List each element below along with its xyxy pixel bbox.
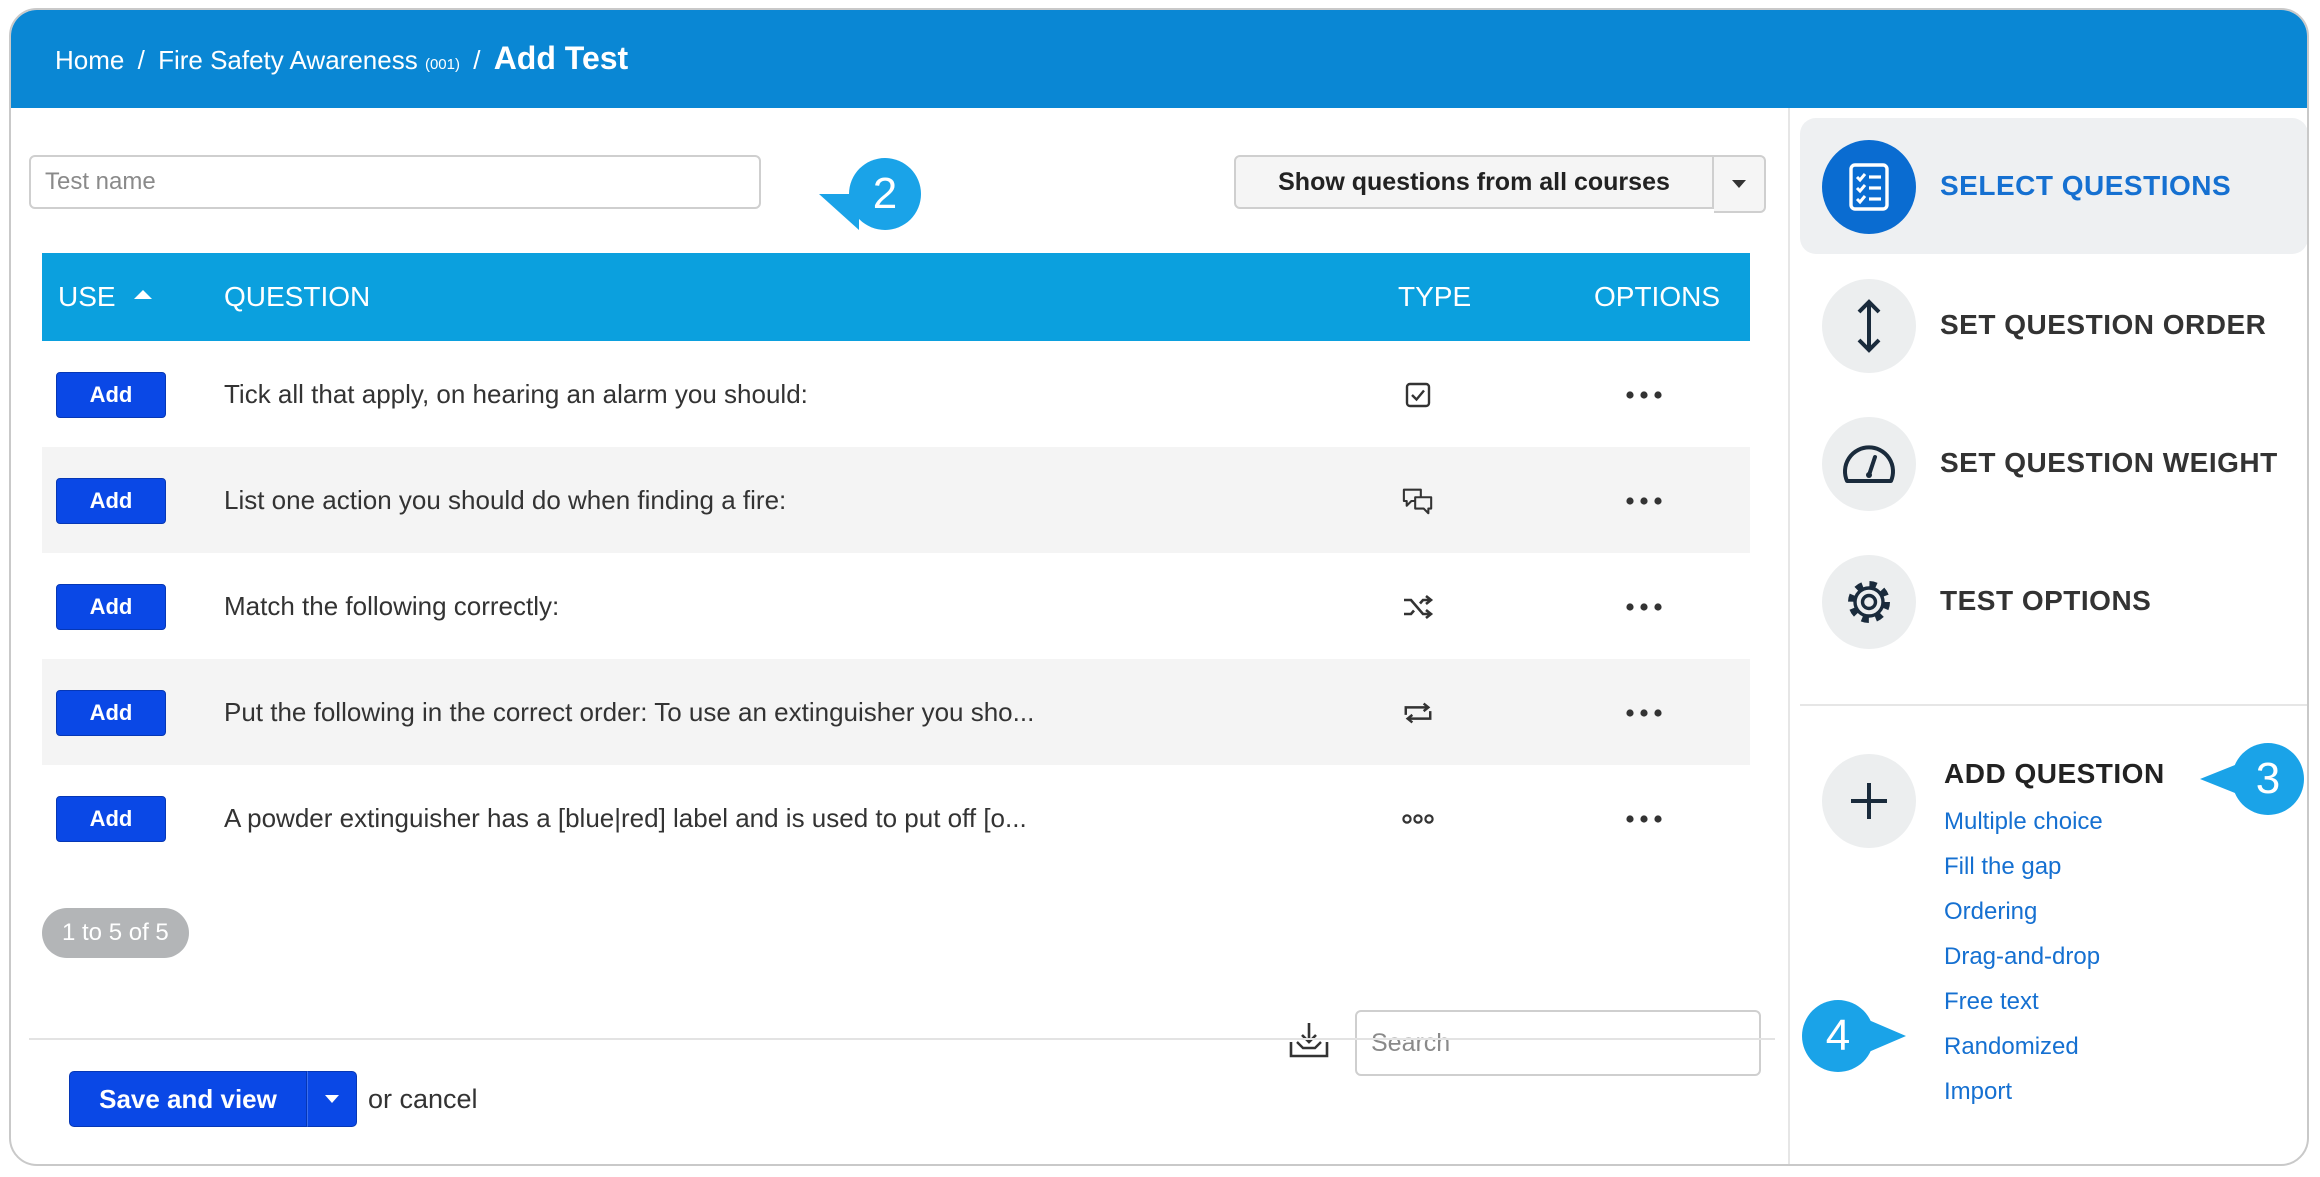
add-import-link[interactable]: Import (1944, 1078, 2012, 1106)
add-fill-the-gap-link[interactable]: Fill the gap (1944, 853, 2061, 881)
repeat-icon (1402, 697, 1434, 729)
table-row: Add Match the following correctly: (42, 553, 1750, 659)
footer-divider (29, 1038, 1775, 1040)
callout-number: 3 (2255, 754, 2281, 803)
questions-table: USE QUESTION TYPE OPTIONS Add Tick all t… (42, 253, 1750, 871)
pagination-status: 1 to 5 of 5 (42, 908, 189, 958)
table-row: Add Tick all that apply, on hearing an a… (42, 341, 1750, 447)
checkbox-icon (1402, 379, 1434, 411)
more-icon[interactable] (1616, 803, 1672, 835)
table-row: Add A powder extinguisher has a [blue|re… (42, 765, 1750, 871)
test-name-input[interactable] (29, 155, 761, 209)
add-question-button[interactable]: Add (56, 796, 166, 842)
add-question-button[interactable]: Add (56, 584, 166, 630)
more-icon[interactable] (1616, 485, 1672, 517)
course-filter: Show questions from all courses (1234, 155, 1766, 213)
vertical-arrows-icon (1822, 279, 1916, 373)
fill-gap-icon (1402, 803, 1434, 835)
column-type[interactable]: TYPE (1398, 253, 1471, 341)
add-question-button[interactable]: Add (56, 372, 166, 418)
more-icon[interactable] (1616, 379, 1672, 411)
add-question-button[interactable]: Add (56, 478, 166, 524)
table-header: USE QUESTION TYPE OPTIONS (42, 253, 1750, 341)
main-panel: 2 Show questions from all courses USE QU… (11, 108, 1788, 1164)
callout-2: 2 (819, 158, 921, 230)
callout-number: 4 (1825, 1011, 1851, 1060)
cancel-link[interactable]: or cancel (368, 1071, 478, 1127)
question-text: Match the following correctly: (224, 591, 560, 621)
step-label: SELECT QUESTIONS (1940, 170, 2232, 201)
callout-3: 3 (2200, 743, 2304, 815)
add-drag-and-drop-link[interactable]: Drag-and-drop (1944, 943, 2100, 971)
callout-number: 2 (872, 169, 898, 218)
step-label: TEST OPTIONS (1940, 585, 2152, 616)
gear-icon (1822, 555, 1916, 649)
column-use[interactable]: USE (58, 253, 152, 341)
question-text: List one action you should do when findi… (224, 485, 787, 515)
question-text: Tick all that apply, on hearing an alarm… (224, 379, 808, 409)
chevron-down-icon (325, 1095, 339, 1103)
breadcrumb-separator: / (137, 45, 145, 75)
step-set-question-order[interactable]: SET QUESTION ORDER (1800, 257, 2307, 393)
add-question-button[interactable]: Add (56, 690, 166, 736)
download-icon[interactable] (1287, 1020, 1331, 1065)
step-select-questions[interactable]: SELECT QUESTIONS (1800, 118, 2307, 254)
steps-sidebar: SELECT QUESTIONS SET QUESTION ORDER SET … (1788, 108, 2307, 1164)
breadcrumb: Home / Fire Safety Awareness (001) / Add… (55, 40, 628, 77)
checklist-icon (1822, 140, 1916, 234)
chat-bubbles-icon (1402, 485, 1434, 517)
step-label: SET QUESTION WEIGHT (1940, 447, 2278, 478)
add-ordering-link[interactable]: Ordering (1944, 898, 2037, 926)
plus-icon (1822, 754, 1916, 848)
save-split-button: Save and view (69, 1071, 357, 1127)
breadcrumb-home[interactable]: Home (55, 45, 124, 75)
header-bar: Home / Fire Safety Awareness (001) / Add… (11, 10, 2307, 108)
search-input[interactable] (1355, 1010, 1761, 1076)
add-question-title: ADD QUESTION (1944, 758, 2165, 789)
breadcrumb-course-code: (001) (424, 56, 460, 73)
add-multiple-choice-link[interactable]: Multiple choice (1944, 808, 2103, 836)
callout-4: 4 (1802, 1000, 1906, 1072)
breadcrumb-course[interactable]: Fire Safety Awareness (158, 45, 418, 75)
add-free-text-link[interactable]: Free text (1944, 988, 2039, 1016)
sidebar-divider (1800, 704, 2307, 706)
sort-ascending-icon (133, 290, 152, 300)
app-window: Home / Fire Safety Awareness (001) / Add… (9, 8, 2309, 1166)
show-questions-button[interactable]: Show questions from all courses (1234, 155, 1714, 209)
column-options: OPTIONS (1594, 281, 1721, 312)
question-text: A powder extinguisher has a [blue|red] l… (224, 803, 1027, 833)
column-question[interactable]: QUESTION (224, 253, 370, 341)
step-test-options[interactable]: TEST OPTIONS (1800, 533, 2307, 669)
step-label: SET QUESTION ORDER (1940, 309, 2267, 340)
table-row: Add Put the following in the correct ord… (42, 659, 1750, 765)
question-text: Put the following in the correct order: … (224, 697, 1035, 727)
breadcrumb-separator: / (473, 45, 481, 75)
save-options-dropdown[interactable] (307, 1071, 357, 1127)
add-randomized-link[interactable]: Randomized (1944, 1033, 2079, 1061)
save-and-view-button[interactable]: Save and view (69, 1071, 307, 1127)
shuffle-icon (1402, 591, 1434, 623)
chevron-down-icon (1732, 180, 1746, 188)
course-filter-dropdown[interactable] (1714, 155, 1766, 213)
page-title: Add Test (493, 40, 629, 76)
more-icon[interactable] (1616, 591, 1672, 623)
gauge-icon (1822, 417, 1916, 511)
table-row: Add List one action you should do when f… (42, 447, 1750, 553)
step-set-question-weight[interactable]: SET QUESTION WEIGHT (1800, 395, 2307, 531)
more-icon[interactable] (1616, 697, 1672, 729)
